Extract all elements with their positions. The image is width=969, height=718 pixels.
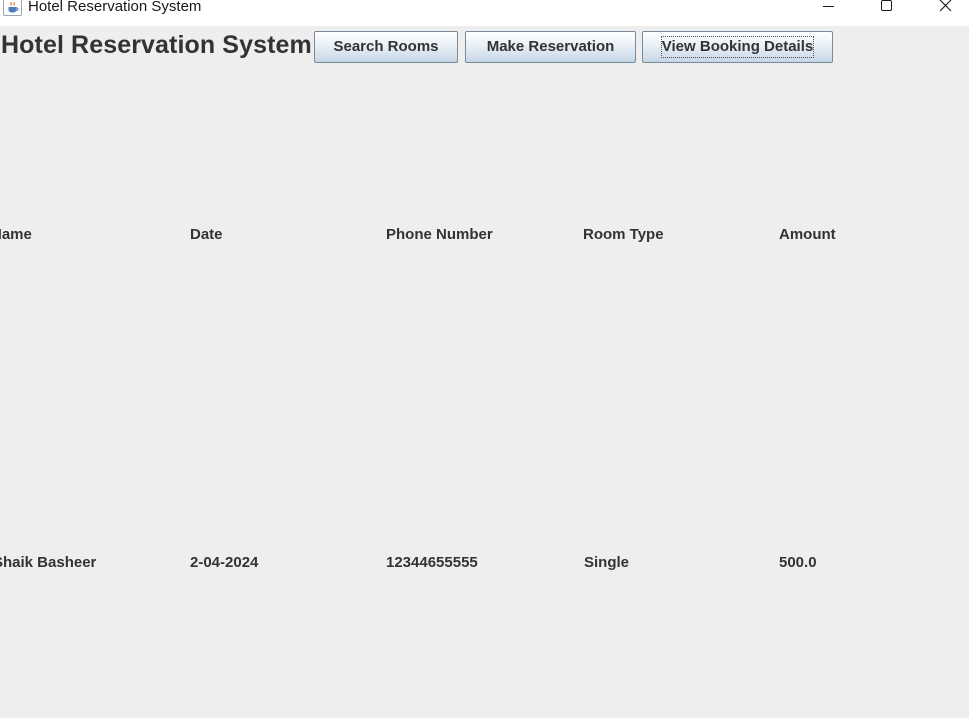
booking-amount-cell: 500.0 <box>779 554 817 571</box>
maximize-icon[interactable] <box>864 0 910 16</box>
java-cup-icon <box>3 0 22 16</box>
app-window: Hotel Reservation System Hotel Reservati… <box>0 0 969 718</box>
column-header-room-type: Room Type <box>583 226 664 243</box>
column-header-date: Date <box>190 226 223 243</box>
window-title: Hotel Reservation System <box>28 0 202 15</box>
booking-date-cell: 2-04-2024 <box>190 554 259 571</box>
booking-phone-cell: 12344655555 <box>386 554 478 571</box>
view-booking-details-button[interactable]: View Booking Details <box>642 31 833 63</box>
minimize-icon[interactable] <box>806 0 852 16</box>
search-rooms-button[interactable]: Search Rooms <box>314 31 458 63</box>
view-booking-details-label: View Booking Details <box>660 36 815 58</box>
booking-room-type-cell: Single <box>584 554 630 571</box>
booking-name-cell: Shaik Basheer <box>0 554 97 571</box>
column-header-name: Name <box>0 226 32 243</box>
page-title: Hotel Reservation System <box>1 31 312 59</box>
column-header-amount: Amount <box>779 226 836 243</box>
make-reservation-button[interactable]: Make Reservation <box>465 31 636 63</box>
title-bar[interactable]: Hotel Reservation System <box>0 0 969 26</box>
close-icon[interactable] <box>923 0 969 16</box>
column-header-phone: Phone Number <box>386 226 493 243</box>
